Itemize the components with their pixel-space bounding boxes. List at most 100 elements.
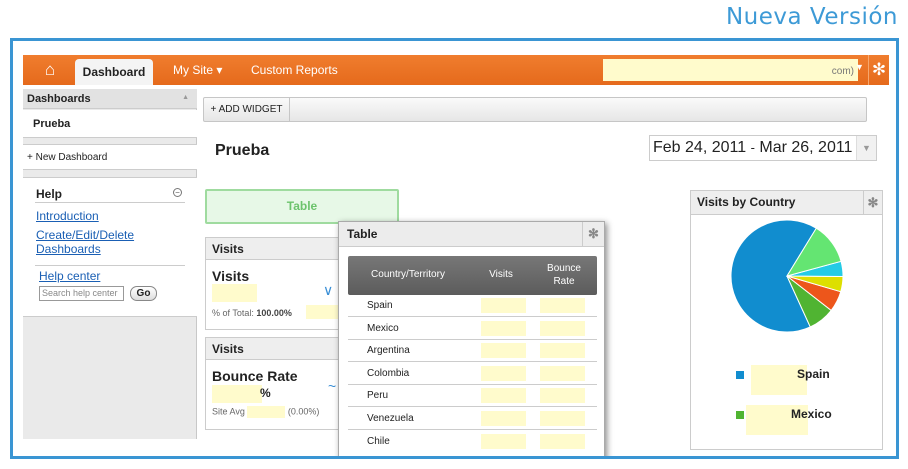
minus-icon[interactable]: − [173,188,182,197]
divider [35,202,185,203]
legend-swatch [736,371,744,379]
redacted-value [481,411,526,426]
table-row: Colombia [348,363,597,385]
sparkline: ~ [328,378,337,394]
redacted-value [481,388,526,403]
widget-toolbar: + ADD WIDGET [203,97,867,122]
home-icon[interactable]: ⌂ [37,60,63,80]
visits-widget: Visits Visits ∨ % of Total: 100.00% [205,237,355,330]
help-panel: Help − Introduction Create/Edit/Delete D… [23,177,197,317]
country-cell[interactable]: Mexico [367,323,399,334]
sidebar: Dashboards ▲ Prueba + New Dashboard Help… [23,89,197,439]
metric-total: % of Total: 100.00% [212,308,292,318]
redacted-value [212,385,262,403]
page-title: Prueba [215,142,270,159]
widget-title[interactable]: Visits [206,338,354,360]
total-label: % of Total: [212,308,254,318]
table-widget-dragging[interactable]: Table ✻ Country/Territory Visits Bounce … [338,221,605,456]
go-button[interactable]: Go [130,286,157,301]
gear-icon[interactable]: ✻ [582,222,604,246]
table-row: Peru [348,385,597,407]
country-cell[interactable]: Colombia [367,368,409,379]
redacted-value [481,343,526,358]
help-title: Help [36,187,63,201]
bounce-rate-widget: Visits Bounce Rate % ~ Site Avg (0.00%) [205,337,355,430]
redacted-value [481,434,526,449]
redacted-value [481,366,526,381]
collapse-icon[interactable]: ▲ [182,94,189,101]
redacted-value [481,321,526,336]
redacted-value [540,298,585,313]
table-row: Venezuela [348,408,597,430]
account-suffix: com) [831,66,854,77]
widget-header[interactable]: Visits by Country ✻ [691,191,882,215]
redacted-value [540,434,585,449]
visits-by-country-widget: Visits by Country ✻ Spain Mexico [690,190,883,450]
redacted-value [540,411,585,426]
new-dashboard-link[interactable]: + New Dashboard [23,144,197,170]
table-header: Country/Territory Visits Bounce Rate [348,256,597,295]
redacted-value [540,388,585,403]
table-widget-header[interactable]: Table ✻ [339,222,604,247]
table-row: Spain [348,295,597,317]
help-search-input[interactable]: Search help center [39,286,124,301]
widget-title[interactable]: Visits [206,238,354,260]
country-cell[interactable]: Venezuela [367,413,414,424]
divider [35,265,185,266]
country-cell[interactable]: Spain [367,300,393,311]
total-value: 100.00% [256,308,292,318]
date-separator: - [750,140,755,155]
metric-suffix: % [260,386,271,400]
redacted-value [247,406,286,418]
tab-dashboard[interactable]: Dashboard [75,59,153,85]
help-link-introduction[interactable]: Introduction [36,209,99,223]
widget-title: Visits by Country [697,195,796,209]
redacted-value [212,284,257,302]
drop-placeholder[interactable]: Table [205,189,399,224]
date-range-picker[interactable]: Feb 24, 2011 - Mar 26, 2011 ▼ [649,135,877,161]
legend-label-mexico: Mexico [791,407,832,421]
redacted-value [540,366,585,381]
tab-custom-reports[interactable]: Custom Reports [251,63,338,77]
tab-my-site[interactable]: My Site ▾ [173,63,222,77]
country-cell[interactable]: Argentina [367,345,410,356]
redacted-value [481,298,526,313]
legend-swatch [736,411,744,419]
avg-label: Site Avg [212,406,245,417]
country-cell[interactable]: Chile [367,436,390,447]
chevron-down-icon[interactable]: ▼ [856,136,876,160]
column-header-country[interactable]: Country/Territory [360,269,456,280]
screenshot-frame: ⌂ Dashboard My Site ▾ Custom Reports com… [10,38,899,459]
country-cell[interactable]: Peru [367,390,388,401]
pie-chart [730,219,844,333]
metric-name: Visits [212,268,250,284]
top-nav-bar: ⌂ Dashboard My Site ▾ Custom Reports com… [23,55,889,85]
redacted-value [540,321,585,336]
date-start: Feb 24, 2011 [653,139,747,156]
redacted-value [540,343,585,358]
column-header-bounce[interactable]: Bounce [538,263,590,274]
table-row: Mexico [348,318,597,340]
column-header-rate[interactable]: Rate [538,276,590,287]
date-end: Mar 26, 2011 [759,139,853,156]
table-row: Chile [348,431,597,453]
help-link-create-edit-delete[interactable]: Create/Edit/Delete [36,228,134,242]
sidebar-item-prueba[interactable]: Prueba [23,110,197,138]
help-link-dashboards[interactable]: Dashboards [36,242,101,256]
legend-label-spain: Spain [797,367,830,381]
help-center-link[interactable]: Help center [39,269,100,283]
dashboards-header: Dashboards ▲ [23,89,197,109]
site-avg: Site Avg (0.00%) [212,406,319,418]
widget-title: Table [347,227,378,241]
chevron-down-icon[interactable]: ▼ [855,62,864,72]
table-row: Argentina [348,340,597,362]
add-widget-button[interactable]: + ADD WIDGET [204,98,290,121]
avg-value: (0.00%) [287,406,320,417]
banner-title: Nueva Versión [725,4,898,30]
gear-icon[interactable]: ✻ [863,191,882,214]
account-selector[interactable]: com) [603,59,858,81]
column-header-visits[interactable]: Visits [481,269,521,280]
dashboards-header-label: Dashboards [27,93,91,105]
gear-icon[interactable]: ✻ [868,55,889,85]
metric-name: Bounce Rate [212,368,298,384]
